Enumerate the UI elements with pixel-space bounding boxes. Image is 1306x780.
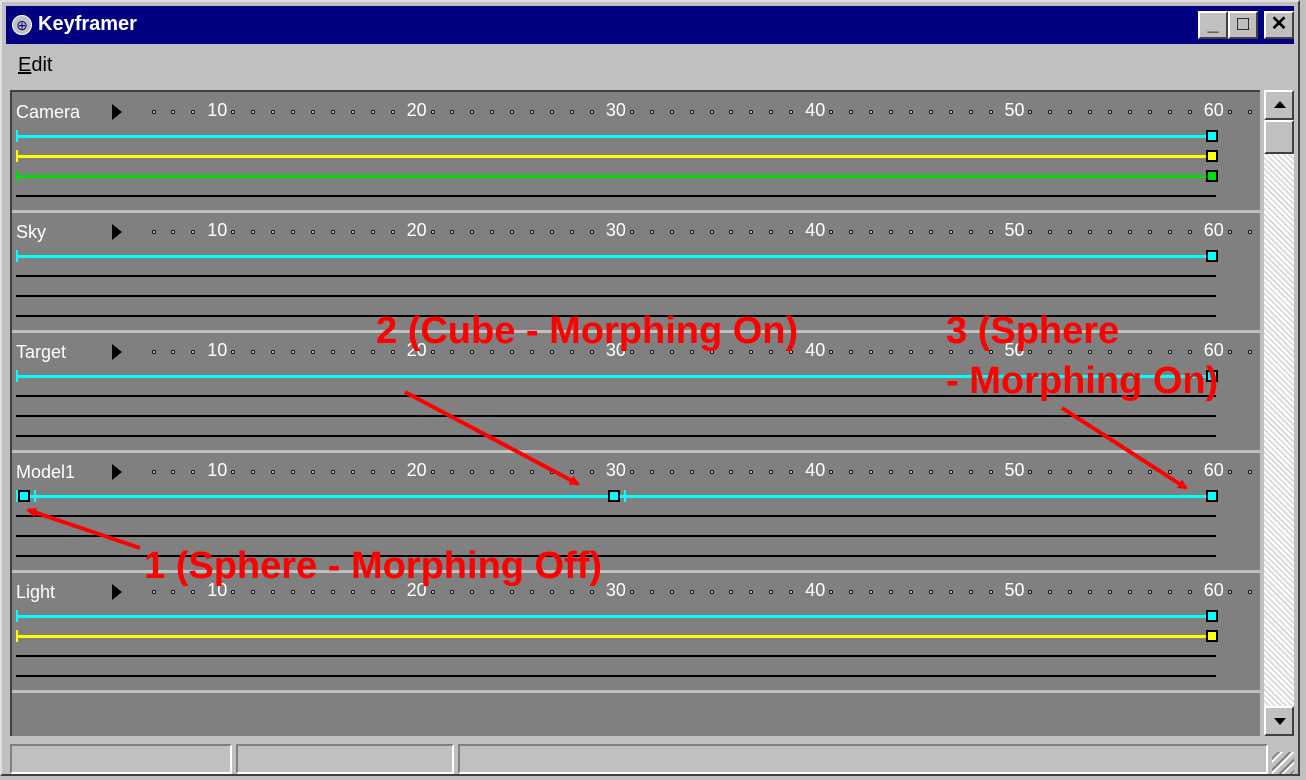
- arrow-to-key-3: [1060, 406, 1188, 490]
- annotation-key-3-line2: - Morphing On): [946, 360, 1219, 402]
- annotation-key-3-line1: 3 (Sphere: [946, 310, 1120, 352]
- arrow-to-key-1: [26, 507, 141, 550]
- annotation-key-1: 1 (Sphere - Morphing Off): [144, 545, 603, 587]
- annotation-key-2: 2 (Cube - Morphing On): [376, 310, 799, 352]
- arrow-to-key-2: [404, 390, 580, 486]
